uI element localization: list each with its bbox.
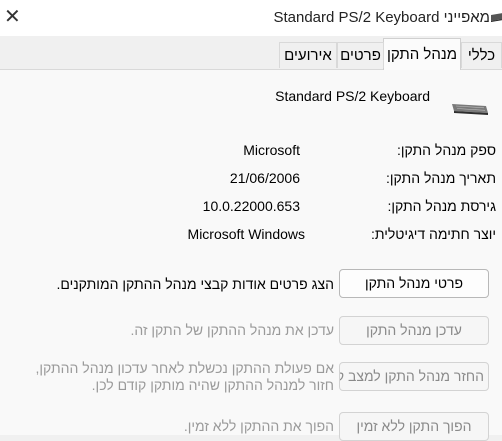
driver-details-description: הצג פרטים אודות קבצי מנהל ההתקן המותקנים… — [56, 276, 334, 292]
tab-general[interactable]: כללי — [461, 42, 502, 68]
update-driver-button[interactable]: עדכן מנהל התקן — [339, 316, 489, 345]
device-name: Standard PS/2 Keyboard — [275, 88, 430, 104]
update-driver-description: עדכן את מנהל ההתקן של התקן זה. — [130, 322, 334, 338]
driver-date-label: תאריך מנהל התקן: — [386, 170, 496, 186]
keyboard-icon — [491, 13, 502, 22]
tab-driver[interactable]: מנהל התקן — [383, 38, 461, 70]
tab-details[interactable]: פרטים — [337, 42, 384, 68]
roll-back-driver-description: אם פעולת ההתקן נכשלת לאחר עדכון מנהל ההת… — [35, 360, 334, 393]
driver-date-value: 21/06/2006 — [229, 170, 300, 186]
digital-signer-value: Microsoft Windows — [187, 226, 305, 242]
tab-events[interactable]: אירועים — [279, 42, 337, 68]
close-icon[interactable]: ✕ — [4, 6, 21, 28]
digital-signer-label: יוצר חתימה דיגיטלית: — [370, 226, 496, 242]
roll-back-driver-button[interactable]: החזר מנהל התקן למצב קודם — [339, 362, 489, 391]
title-bar: ✕ מאפייני Standard PS/2 Keyboard — [0, 0, 502, 36]
driver-version-value: 10.0.22000.653 — [202, 198, 300, 214]
driver-details-button[interactable]: פרטי מנהל התקן — [339, 269, 489, 298]
window-title: מאפייני Standard PS/2 Keyboard — [273, 9, 490, 26]
driver-version-label: גירסת מנהל התקן: — [387, 198, 496, 214]
disable-device-button[interactable]: הפוך התקן ללא זמין — [339, 412, 489, 441]
driver-provider-label: ספק מנהל התקן: — [396, 142, 496, 158]
driver-provider-value: Microsoft — [243, 142, 300, 158]
window-title-text: מאפייני Standard PS/2 Keyboard — [273, 9, 490, 26]
disable-device-description: הפוך את ההתקן ללא זמין. — [183, 418, 334, 434]
keyboard-icon — [452, 104, 488, 115]
